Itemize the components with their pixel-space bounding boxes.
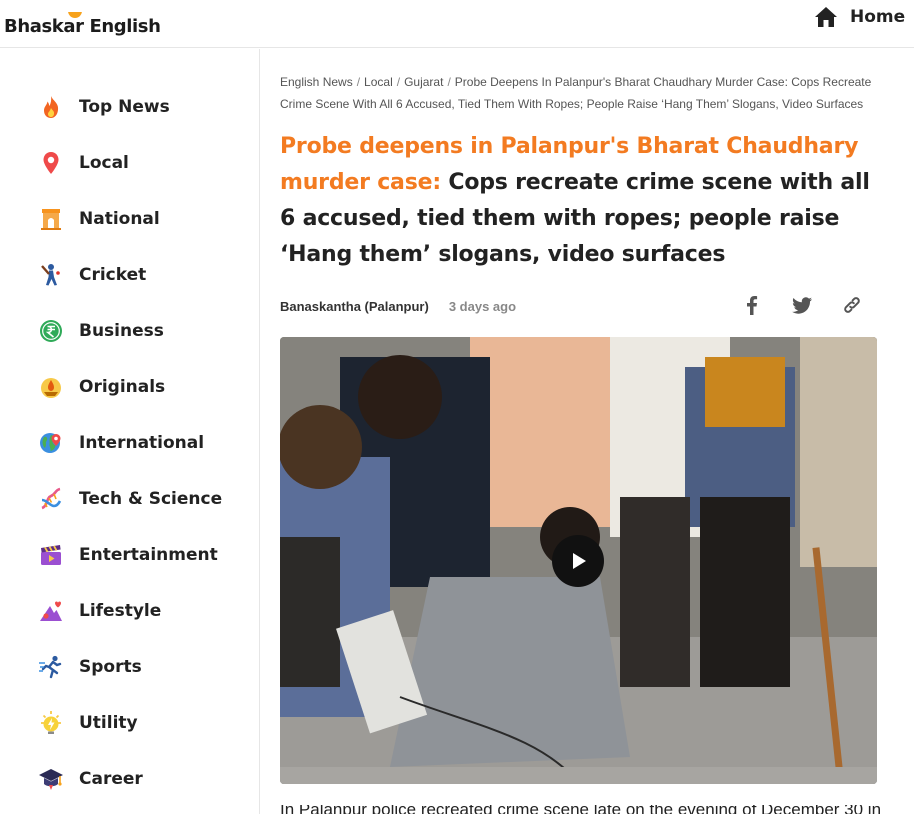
sidebar-item-national[interactable]: National <box>38 204 160 234</box>
logo-sun-icon <box>65 12 85 26</box>
article-video[interactable] <box>280 337 877 784</box>
globe-icon <box>38 430 64 456</box>
site-logo[interactable]: Bhaskar English <box>4 12 161 37</box>
twitter-icon <box>792 297 812 314</box>
sidebar-item-sports[interactable]: Sports <box>38 652 142 682</box>
sidebar-item-international[interactable]: International <box>38 428 204 458</box>
cricket-player-icon <box>38 262 64 288</box>
lifestyle-icon <box>38 598 64 624</box>
breadcrumb-separator: / <box>356 75 361 89</box>
sidebar-item-label: Lifestyle <box>79 601 162 621</box>
home-icon <box>815 7 837 27</box>
sidebar-item-label: International <box>79 433 205 453</box>
sidebar-item-label: Cricket <box>79 265 147 285</box>
sidebar-item-label: Originals <box>79 377 166 397</box>
sidebar-item-entertainment[interactable]: Entertainment <box>38 540 218 570</box>
runner-icon <box>38 654 64 680</box>
sidebar-item-utility[interactable]: Utility <box>38 708 138 738</box>
flame-icon <box>38 94 64 120</box>
play-icon <box>573 553 586 569</box>
sidebar-item-local[interactable]: Local <box>38 148 129 178</box>
sidebar-item-label: Entertainment <box>79 545 218 565</box>
sidebar-item-label: Sports <box>79 657 142 677</box>
sidebar-item-top-news[interactable]: Top News <box>38 92 170 122</box>
sidebar-item-label: National <box>79 209 160 229</box>
sidebar-item-tech-science[interactable]: Tech & Science <box>38 484 222 514</box>
home-button[interactable]: Home <box>814 5 905 29</box>
breadcrumb-link-english-news[interactable]: English News <box>280 75 353 89</box>
lamp-icon <box>38 374 64 400</box>
breadcrumb-link-local[interactable]: Local <box>364 75 393 89</box>
breadcrumb-separator: / <box>447 75 451 89</box>
article-meta: Banaskantha (Palanpur) 3 days ago <box>280 296 516 316</box>
sidebar-item-label: Local <box>79 153 129 173</box>
article-location: Banaskantha (Palanpur) <box>280 298 429 314</box>
home-label: Home <box>850 7 906 27</box>
sidebar-item-label: Utility <box>79 713 138 733</box>
article-body: In Palanpur police recreated crime scene… <box>280 805 880 814</box>
share-link-button[interactable] <box>839 292 865 318</box>
sidebar-item-label: Top News <box>79 97 170 117</box>
india-gate-icon <box>38 206 64 232</box>
clapperboard-icon <box>38 542 64 568</box>
link-icon <box>844 297 860 313</box>
video-play-button[interactable] <box>552 535 604 587</box>
rupee-icon <box>38 318 64 344</box>
breadcrumb-link-gujarat[interactable]: Gujarat <box>404 75 443 89</box>
sidebar-nav: Top News Local National Cricket Business… <box>0 49 260 814</box>
top-bar: Bhaskar English Home <box>0 0 914 48</box>
breadcrumb-separator: / <box>396 75 401 89</box>
article-body-first-line: In Palanpur police recreated crime scene… <box>280 805 880 814</box>
share-facebook-button[interactable] <box>739 292 765 318</box>
graduation-cap-icon <box>38 766 64 792</box>
sidebar-item-label: Tech & Science <box>79 489 223 509</box>
dna-icon <box>38 486 64 512</box>
sidebar-item-label: Career <box>79 769 143 789</box>
lightning-bulb-icon <box>38 710 64 736</box>
facebook-icon <box>747 296 758 315</box>
sidebar-item-business[interactable]: Business <box>38 316 164 346</box>
sidebar-item-career[interactable]: Career <box>38 764 143 794</box>
sidebar-item-lifestyle[interactable]: Lifestyle <box>38 596 161 626</box>
sidebar-item-originals[interactable]: Originals <box>38 372 165 402</box>
article-time: 3 days ago <box>448 298 517 314</box>
breadcrumb: English News / Local / Gujarat / Probe Deepens… <box>280 71 880 115</box>
sidebar-item-cricket[interactable]: Cricket <box>38 260 146 290</box>
share-twitter-button[interactable] <box>789 292 815 318</box>
article-headline: Probe deepens in Palanpur's Bharat Chaud… <box>280 129 880 273</box>
sidebar-item-label: Business <box>79 321 164 341</box>
location-pin-icon <box>38 150 64 176</box>
